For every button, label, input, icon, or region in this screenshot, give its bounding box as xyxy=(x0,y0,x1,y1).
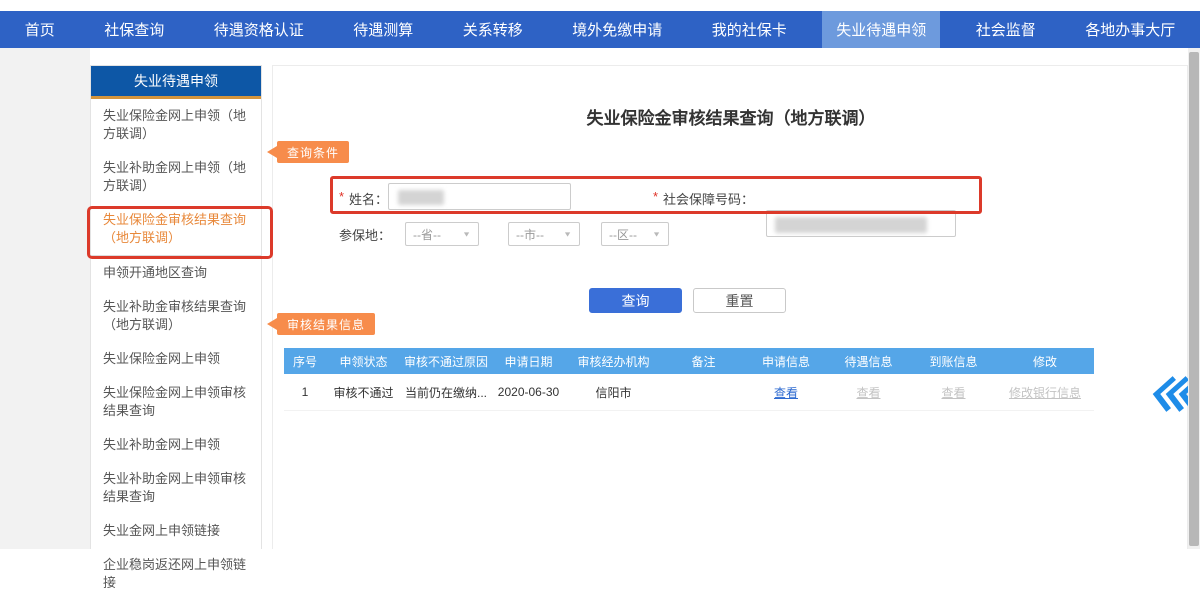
cell-apply-date: 2020-06-30 xyxy=(491,374,566,410)
sidebar-item-insurance-online-apply[interactable]: 失业保险金网上申领 xyxy=(91,342,261,376)
reset-button[interactable]: 重置 xyxy=(693,288,786,313)
page: { "nav": { "items": [ { "label": "首页", "… xyxy=(0,0,1200,549)
query-button[interactable]: 查询 xyxy=(589,288,682,313)
main-content: 失业保险金审核结果查询（地方联调） 查询条件 * 姓名： * 社会保障号码： 参… xyxy=(272,65,1188,549)
audit-result-table: 序号 申领状态 审核不通过原因 申请日期 审核经办机构 备注 申请信息 待遇信息… xyxy=(284,348,1094,411)
district-select[interactable]: --区-- ▼ xyxy=(601,222,669,246)
vertical-scrollbar[interactable] xyxy=(1188,48,1200,549)
cell-remark xyxy=(661,374,746,410)
required-mark-name: * xyxy=(339,189,344,204)
col-header-benefit-info: 待遇信息 xyxy=(826,348,911,374)
cell-reject-reason: 当前仍在缴纳... xyxy=(401,374,491,410)
cell-audit-agency: 信阳市 xyxy=(566,374,661,410)
nav-item-social-insurance-query[interactable]: 社保查询 xyxy=(90,11,178,48)
ssn-input[interactable] xyxy=(766,210,956,237)
sidebar-item-subsidy-online-apply[interactable]: 失业补助金网上申领 xyxy=(91,428,261,462)
col-header-arrival-info: 到账信息 xyxy=(911,348,996,374)
nav-item-unemployment-benefit[interactable]: 失业待遇申领 xyxy=(822,11,940,48)
query-form-row-1: * 姓名： * 社会保障号码： xyxy=(339,183,999,210)
nav-item-benefit-calculation[interactable]: 待遇测算 xyxy=(339,11,427,48)
sidebar-item-subsidy-audit-result-query[interactable]: 失业补助金审核结果查询（地方联调） xyxy=(91,290,261,342)
col-header-reject-reason: 审核不通过原因 xyxy=(401,348,491,374)
col-header-seq: 序号 xyxy=(284,348,326,374)
sidebar-item-subsidy-online-claim[interactable]: 失业补助金网上申领（地方联调） xyxy=(91,151,261,203)
nav-item-relation-transfer[interactable]: 关系转移 xyxy=(449,11,537,48)
query-conditions-label: 查询条件 xyxy=(287,144,339,161)
nav-item-local-service-halls[interactable]: 各地办事大厅 xyxy=(1071,11,1189,48)
left-gutter xyxy=(0,48,90,549)
col-header-remark: 备注 xyxy=(661,348,746,374)
col-header-audit-agency: 审核经办机构 xyxy=(566,348,661,374)
city-select-value: --市-- xyxy=(516,226,544,243)
nav-item-social-supervision[interactable]: 社会监督 xyxy=(962,11,1050,48)
name-input[interactable] xyxy=(388,183,571,210)
result-info-badge: 审核结果信息 xyxy=(277,313,375,335)
ssn-field-label: 社会保障号码： xyxy=(663,189,754,208)
city-select[interactable]: --市-- ▼ xyxy=(508,222,580,246)
nav-item-home[interactable]: 首页 xyxy=(11,11,69,48)
sidebar-item-insurance-audit-result-query[interactable]: 失业保险金审核结果查询（地方联调） xyxy=(91,203,261,256)
redacted-name-value xyxy=(398,190,444,205)
query-conditions-badge: 查询条件 xyxy=(277,141,349,163)
chevron-down-icon: ▼ xyxy=(652,230,661,238)
scrollbar-thumb[interactable] xyxy=(1189,52,1199,546)
col-header-apply-info: 申请信息 xyxy=(746,348,826,374)
page-title: 失业保险金审核结果查询（地方联调） xyxy=(273,104,1189,129)
table-row: 1 审核不通过 当前仍在缴纳... 2020-06-30 信阳市 查看 查看 查… xyxy=(284,374,1094,411)
sidebar-item-insurance-apply-audit-query[interactable]: 失业保险金网上申领审核结果查询 xyxy=(91,376,261,428)
modify-bank-info-link[interactable]: 修改银行信息 xyxy=(996,374,1094,410)
col-header-apply-date: 申请日期 xyxy=(491,348,566,374)
sidebar-item-insurance-online-claim[interactable]: 失业保险金网上申领（地方联调） xyxy=(91,99,261,151)
sidebar-item-subsidy-apply-audit-query[interactable]: 失业补助金网上申领审核结果查询 xyxy=(91,462,261,514)
view-apply-info-link[interactable]: 查看 xyxy=(746,374,826,410)
name-field-label: 姓名： xyxy=(349,189,388,208)
sidebar-item-online-claim-link[interactable]: 失业金网上申领链接 xyxy=(91,514,261,548)
province-select-value: --省-- xyxy=(413,226,441,243)
top-navigation: 首页 社保查询 待遇资格认证 待遇测算 关系转移 境外免缴申请 我的社保卡 失业… xyxy=(0,11,1200,48)
nav-item-overseas-exemption[interactable]: 境外免缴申请 xyxy=(558,11,676,48)
view-arrival-info-link[interactable]: 查看 xyxy=(911,374,996,410)
result-info-label: 审核结果信息 xyxy=(287,316,365,333)
redacted-ssn-value xyxy=(775,217,927,233)
sidebar-header: 失业待遇申领 xyxy=(91,66,261,99)
ribbon-tip-icon xyxy=(267,146,277,158)
cell-seq: 1 xyxy=(284,374,326,410)
ribbon-tip-icon xyxy=(267,318,277,330)
sidebar-item-enterprise-refund-link[interactable]: 企业稳岗返还网上申领链接 xyxy=(91,548,261,600)
sidebar-menu: 失业待遇申领 失业保险金网上申领（地方联调） 失业补助金网上申领（地方联调） 失… xyxy=(90,65,262,549)
district-select-value: --区-- xyxy=(609,226,637,243)
col-header-modify: 修改 xyxy=(996,348,1094,374)
view-benefit-info-link[interactable]: 查看 xyxy=(826,374,911,410)
nav-item-my-social-card[interactable]: 我的社保卡 xyxy=(698,11,801,48)
sidebar-item-open-region-query[interactable]: 申领开通地区查询 xyxy=(91,256,261,290)
province-select[interactable]: --省-- ▼ xyxy=(405,222,479,246)
chevron-down-icon: ▼ xyxy=(563,230,572,238)
table-header-row: 序号 申领状态 审核不通过原因 申请日期 审核经办机构 备注 申请信息 待遇信息… xyxy=(284,348,1094,374)
cell-claim-status: 审核不通过 xyxy=(326,374,401,410)
required-mark-ssn: * xyxy=(653,189,658,204)
nav-item-benefit-qualification[interactable]: 待遇资格认证 xyxy=(200,11,318,48)
insured-place-label: 参保地： xyxy=(339,225,391,244)
chevron-down-icon: ▼ xyxy=(462,230,471,238)
col-header-claim-status: 申领状态 xyxy=(326,348,401,374)
query-form-row-2: 参保地： --省-- ▼ --市-- ▼ --区-- ▼ xyxy=(339,222,669,246)
